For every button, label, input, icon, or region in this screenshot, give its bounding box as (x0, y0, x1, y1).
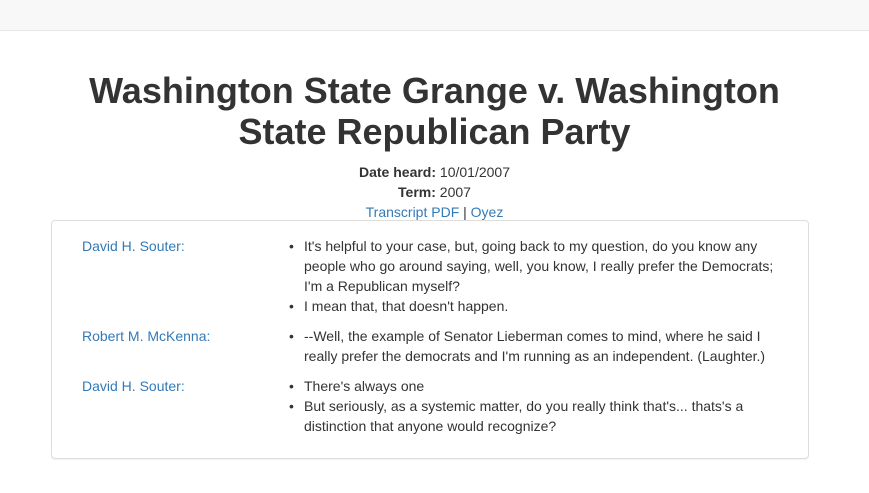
transcript-panel: David H. Souter: • It's helpful to your c… (51, 220, 809, 459)
date-heard-row: Date heard: 10/01/2007 (0, 162, 869, 182)
speaker-link[interactable]: Robert M. McKenna: (82, 326, 210, 346)
bullet-icon: • (289, 328, 294, 344)
speaker-link[interactable]: David H. Souter: (82, 376, 185, 396)
speech-text: --Well, the example of Senator Lieberman… (304, 328, 766, 364)
bullet-icon: • (289, 378, 294, 394)
speech-list: • --Well, the example of Senator Lieberma… (286, 326, 776, 366)
speech-line: • It's helpful to your case, but, going b… (286, 236, 776, 296)
speech-list: • It's helpful to your case, but, going b… (286, 236, 776, 316)
date-heard-value: 10/01/2007 (439, 164, 510, 180)
case-header: Washington State Grange v. Washington St… (0, 70, 869, 222)
bullet-icon: • (289, 398, 294, 414)
oyez-link[interactable]: Oyez (471, 204, 504, 220)
term-value: 2007 (439, 184, 471, 200)
bullet-icon: • (289, 298, 294, 314)
speech-text: It's helpful to your case, but, going ba… (304, 238, 774, 294)
speech-text: There's always one (304, 378, 425, 394)
speech-text: But seriously, as a systemic matter, do … (304, 398, 744, 434)
term-label: Term: (398, 184, 436, 200)
date-heard-label: Date heard: (359, 164, 437, 180)
case-meta: Date heard: 10/01/2007 Term: 2007 (0, 162, 869, 202)
speech-line: • There's always one (286, 376, 776, 396)
term-row: Term: 2007 (0, 182, 869, 202)
speech-line: • I mean that, that doesn't happen. (286, 296, 776, 316)
speaker-link[interactable]: David H. Souter: (82, 236, 185, 256)
speech-text: I mean that, that doesn't happen. (304, 298, 509, 314)
speech-line: • --Well, the example of Senator Lieberma… (286, 326, 776, 366)
link-separator: | (463, 204, 467, 220)
speech-list: • There's always one • But seriously, as a… (286, 376, 776, 436)
bullet-icon: • (289, 238, 294, 254)
top-navbar (0, 0, 869, 31)
transcript-pdf-link[interactable]: Transcript PDF (366, 204, 460, 220)
case-links: Transcript PDF | Oyez (0, 202, 869, 222)
page-title: Washington State Grange v. Washington St… (89, 70, 780, 152)
speech-line: • But seriously, as a systemic matter, do… (286, 396, 776, 436)
